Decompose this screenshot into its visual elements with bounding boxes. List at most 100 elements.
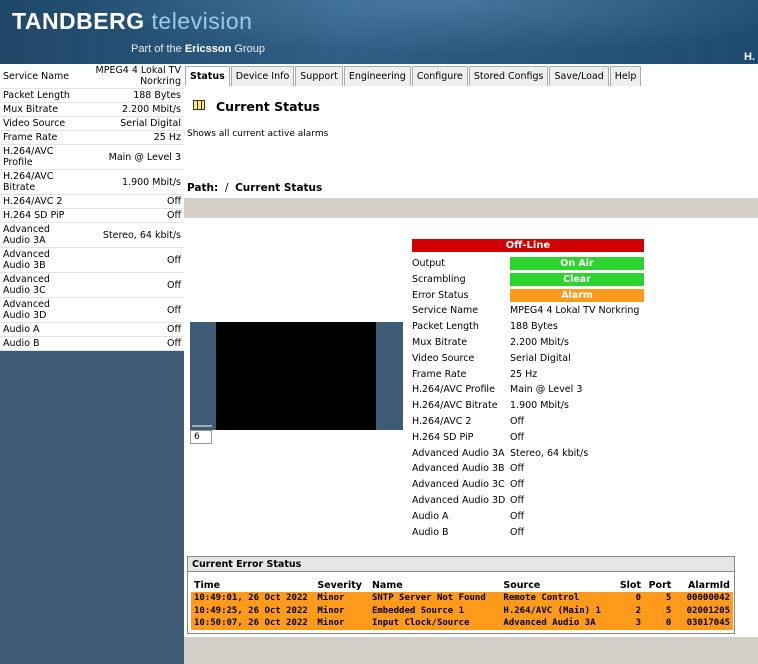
status-detail-label: Audio A — [412, 510, 449, 522]
tab-configure[interactable]: Configure — [411, 66, 468, 86]
error-column-source[interactable]: Source — [500, 578, 613, 592]
status-detail-row: Audio B Off — [412, 524, 644, 540]
status-detail-value: MPEG4 4 Lokal TV Norkring — [510, 305, 640, 317]
error-column-slot[interactable]: Slot — [614, 578, 644, 592]
status-detail-label: Advanced Audio 3A — [412, 447, 505, 459]
status-detail-row: Packet Length 188 Bytes — [412, 319, 644, 335]
sidebar-row: Advanced Audio 3C Off — [0, 272, 184, 298]
tab-device-info[interactable]: Device Info — [230, 66, 295, 86]
status-detail-value: Off — [510, 463, 525, 475]
sidebar-row-label: H.264/AVC 2 — [0, 194, 80, 209]
error-cell-alarm-id: 03017045 — [674, 617, 733, 630]
tab-status[interactable]: Status — [185, 66, 230, 86]
tab-save-load[interactable]: Save/Load — [549, 66, 609, 86]
scrambling-indicator: Clear — [510, 272, 644, 286]
error-cell-severity: Minor — [314, 592, 369, 605]
error-cell-time: 10:50:07, 26 Oct 2022 — [191, 617, 315, 630]
status-detail-label: Mux Bitrate — [412, 336, 468, 348]
status-detail-row: Advanced Audio 3A Stereo, 64 kbit/s — [412, 445, 644, 461]
sidebar-row: Advanced Audio 3A Stereo, 64 kbit/s — [0, 222, 184, 248]
sidebar-row-label: Audio A — [0, 322, 80, 337]
status-row-output: Output On Air — [412, 255, 644, 271]
status-detail-value: 188 Bytes — [510, 321, 558, 333]
status-detail-value: 2.200 Mbit/s — [510, 336, 569, 348]
bottom-bar — [184, 637, 758, 664]
error-column-port[interactable]: Port — [644, 578, 674, 592]
sidebar-row-value: Off — [80, 272, 184, 298]
status-detail-value: Off — [510, 431, 525, 443]
sidebar-row-label: Video Source — [0, 116, 80, 131]
channel-number-field[interactable]: 6 — [190, 430, 212, 444]
status-detail-label: Service Name — [412, 305, 479, 317]
error-cell-source: Remote Control — [500, 592, 614, 605]
sidebar-row: H.264/AVC Profile Main @ Level 3 — [0, 144, 184, 170]
tab-engineering[interactable]: Engineering — [343, 66, 411, 86]
error-cell-port: 5 — [643, 604, 675, 617]
sidebar-row-value: Off — [80, 247, 184, 273]
status-detail-value: Off — [510, 479, 525, 491]
status-detail-value: Off — [510, 494, 525, 506]
breadcrumb: Path: / Current Status — [187, 182, 322, 194]
sidebar-row-value: 25 Hz — [80, 130, 184, 145]
sidebar-row-value: Off — [80, 322, 184, 337]
sidebar-row: H.264/AVC Bitrate 1.900 Mbit/s — [0, 169, 184, 195]
error-cell-source: H.264/AVC (Main) 1 — [500, 604, 614, 617]
status-row-error: Error Status Alarm — [412, 287, 644, 303]
sidebar-row-label: Audio B — [0, 336, 80, 351]
sidebar-row-value: 1.900 Mbit/s — [80, 169, 184, 195]
error-cell-severity: Minor — [314, 604, 369, 617]
error-row[interactable]: 10:49:25, 26 Oct 2022 Minor Embedded Sourc… — [191, 604, 733, 617]
tab-help[interactable]: Help — [609, 66, 642, 86]
status-detail-label: Frame Rate — [412, 368, 467, 380]
status-detail-label: H.264/AVC 2 — [412, 415, 472, 427]
sidebar-row: Audio B Off — [0, 336, 184, 351]
error-column-time[interactable]: Time — [191, 578, 314, 592]
sidebar-row-label: Service Name — [0, 64, 80, 89]
status-detail-row: Frame Rate 25 Hz — [412, 366, 644, 382]
status-detail-label: H.264 SD PiP — [412, 431, 474, 443]
error-row[interactable]: 10:50:07, 26 Oct 2022 Minor Input Clock/So… — [191, 617, 733, 630]
sidebar-row-label: H.264/AVC Bitrate — [0, 169, 80, 195]
error-row[interactable]: 10:49:01, 26 Oct 2022 Minor SNTP Server No… — [191, 592, 733, 605]
error-column-severity[interactable]: Severity — [314, 578, 369, 592]
main-panel: Current Status Shows all current active … — [184, 86, 758, 664]
sidebar-row-value: Off — [80, 194, 184, 209]
sidebar-row-value: Off — [80, 336, 184, 351]
error-table: Time Severity Name Source Slot Port AlarmId 10… — [191, 578, 733, 630]
sidebar-row-value: Main @ Level 3 — [80, 144, 184, 170]
error-cell-name: Input Clock/Source — [368, 617, 501, 630]
sidebar-row-value: Off — [80, 297, 184, 323]
error-column-name[interactable]: Name — [369, 578, 500, 592]
status-detail-row: H.264/AVC 2 Off — [412, 414, 644, 430]
sidebar-row: Frame Rate 25 Hz — [0, 130, 184, 145]
page-title: Current Status — [216, 99, 320, 114]
offline-banner: Off-Line — [412, 239, 644, 252]
sidebar-row: Video Source Serial Digital — [0, 116, 184, 131]
sidebar-row: Advanced Audio 3B Off — [0, 247, 184, 273]
error-status-indicator[interactable]: Alarm — [510, 288, 644, 302]
status-detail-label: Advanced Audio 3B — [412, 463, 505, 475]
status-detail-row: H.264/AVC Bitrate 1.900 Mbit/s — [412, 398, 644, 414]
sidebar-row-label: Advanced Audio 3D — [0, 297, 80, 323]
video-preview[interactable] — [190, 322, 403, 430]
error-status-label: Error Status — [412, 289, 469, 301]
error-cell-source: Advanced Audio 3A — [500, 617, 614, 630]
status-detail-row: Audio A Off — [412, 508, 644, 524]
sidebar-row: H.264/AVC 2 Off — [0, 194, 184, 209]
sidebar-row-label: Frame Rate — [0, 130, 80, 145]
error-cell-slot: 3 — [613, 617, 644, 630]
header-banner: TANDBERG television Part of the Ericsson… — [0, 0, 758, 64]
tagline: Part of the Ericsson Group — [131, 43, 265, 55]
breadcrumb-separator: / — [224, 182, 229, 194]
status-detail-label: H.264/AVC Profile — [412, 384, 495, 396]
error-cell-alarm-id: 00000042 — [674, 592, 733, 605]
tandberg-logo: TANDBERG television — [12, 8, 253, 34]
status-detail-value: Main @ Level 3 — [510, 384, 583, 396]
breadcrumb-current[interactable]: Current Status — [235, 182, 322, 194]
error-table-header: Time Severity Name Source Slot Port AlarmId — [191, 578, 733, 592]
tab-stored-configs[interactable]: Stored Configs — [468, 66, 549, 86]
status-panel: Off-Line Output On Air Scrambling Clear … — [412, 239, 644, 540]
error-column-alarmid[interactable]: AlarmId — [674, 578, 733, 592]
sidebar-row: Advanced Audio 3D Off — [0, 297, 184, 323]
tab-support[interactable]: Support — [295, 66, 343, 86]
